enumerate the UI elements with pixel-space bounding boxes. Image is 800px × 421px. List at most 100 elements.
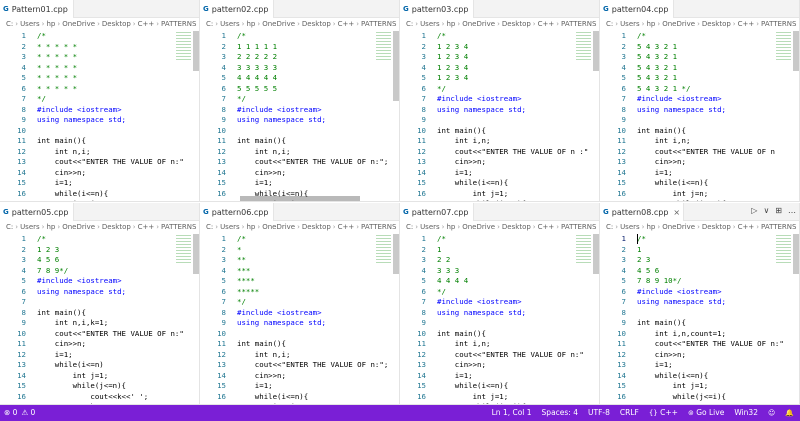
breadcrumb-item[interactable]: C++ bbox=[138, 223, 155, 231]
editor-tab[interactable]: Gpattern06.cpp bbox=[200, 203, 274, 221]
code-editor[interactable]: 1/* 2 1 3 2 243 3 354 4 4 4 6 */7 #include <ios… bbox=[400, 234, 599, 404]
more-actions-icon[interactable]: … bbox=[788, 206, 796, 215]
vertical-scrollbar[interactable] bbox=[393, 31, 399, 101]
vertical-scrollbar[interactable] bbox=[593, 31, 599, 71]
code-editor[interactable]: 1 /* 2 5 4 3 2 1 3 5 4 3 2 1 4 5 4 3 2 1 5 5 4 3 … bbox=[600, 31, 799, 201]
code-editor[interactable]: 1 /* 2 1 2 3 3 4 5 6 4 7 8 9*/ 5 #include <iostre… bbox=[0, 234, 199, 404]
breadcrumb-item[interactable]: C++ bbox=[338, 20, 355, 28]
vertical-scrollbar[interactable] bbox=[793, 31, 799, 71]
breadcrumb-item[interactable]: C++ bbox=[538, 20, 555, 28]
minimap[interactable] bbox=[576, 235, 591, 265]
notifications-icon[interactable]: 🔔 bbox=[785, 405, 794, 421]
editor-tab[interactable]: Gpattern02.cpp bbox=[200, 0, 274, 18]
minimap[interactable] bbox=[776, 235, 791, 265]
breadcrumb-item[interactable]: OneDrive bbox=[662, 20, 695, 28]
vertical-scrollbar[interactable] bbox=[593, 234, 599, 274]
breadcrumb-item[interactable]: PATTERNS bbox=[561, 20, 596, 28]
go-live-button[interactable]: ⊚ Go Live bbox=[688, 405, 724, 421]
breadcrumb-item[interactable]: Desktop bbox=[302, 20, 331, 28]
breadcrumb-item[interactable]: hp bbox=[246, 20, 255, 28]
editor-tab[interactable]: G Pattern01.cpp bbox=[0, 0, 74, 18]
breadcrumb-item[interactable]: OneDrive bbox=[462, 223, 495, 231]
platform[interactable]: Win32 bbox=[734, 405, 758, 421]
minimap[interactable] bbox=[376, 32, 391, 62]
breadcrumb-item[interactable]: C++ bbox=[738, 223, 755, 231]
breadcrumb-item[interactable]: Desktop bbox=[702, 223, 731, 231]
breadcrumb-item[interactable]: Desktop bbox=[302, 223, 331, 231]
warnings-status[interactable]: ⚠ 0 bbox=[21, 405, 35, 421]
breadcrumb-item[interactable]: Desktop bbox=[702, 20, 731, 28]
errors-status[interactable]: ⊗ 0 bbox=[4, 405, 17, 421]
breadcrumb-item[interactable]: Users bbox=[420, 223, 440, 231]
editor-tab[interactable]: Gpattern08.cpp × bbox=[600, 203, 684, 221]
breadcrumb-item[interactable]: hp bbox=[46, 20, 55, 28]
breadcrumb-item[interactable]: Users bbox=[20, 223, 40, 231]
breadcrumb-item[interactable]: PATTERNS bbox=[361, 223, 396, 231]
breadcrumb-item[interactable]: C: bbox=[606, 223, 613, 231]
breadcrumb-item[interactable]: Users bbox=[220, 20, 240, 28]
editor-tab[interactable]: Gpattern07.cpp bbox=[400, 203, 474, 221]
breadcrumb-item[interactable]: C++ bbox=[538, 223, 555, 231]
breadcrumb-item[interactable]: PATTERNS bbox=[561, 223, 596, 231]
breadcrumb-item[interactable]: Users bbox=[220, 223, 240, 231]
breadcrumb-item[interactable]: C: bbox=[206, 223, 213, 231]
run-icon[interactable]: ▷ bbox=[751, 206, 757, 215]
breadcrumb-item[interactable]: PATTERNS bbox=[161, 20, 196, 28]
vertical-scrollbar[interactable] bbox=[193, 31, 199, 71]
editor-tab[interactable]: Gpattern03.cpp bbox=[400, 0, 474, 18]
breadcrumb-item[interactable]: C: bbox=[206, 20, 213, 28]
code-editor[interactable]: 1 /* 2 1 1 1 1 1 3 2 2 2 2 2 4 3 3 3 3 3 5 4 4 4 … bbox=[200, 31, 399, 201]
vertical-scrollbar[interactable] bbox=[393, 234, 399, 274]
breadcrumb-item[interactable]: Desktop bbox=[102, 20, 131, 28]
breadcrumb-item[interactable]: PATTERNS bbox=[361, 20, 396, 28]
breadcrumb-item[interactable]: hp bbox=[646, 20, 655, 28]
breadcrumb-item[interactable]: Desktop bbox=[502, 20, 531, 28]
breadcrumb-item[interactable]: OneDrive bbox=[262, 20, 295, 28]
breadcrumb-item[interactable]: PATTERNS bbox=[761, 223, 796, 231]
breadcrumb-item[interactable]: C++ bbox=[338, 223, 355, 231]
breadcrumb-item[interactable]: C: bbox=[6, 20, 13, 28]
breadcrumb-item[interactable]: C++ bbox=[138, 20, 155, 28]
language-mode[interactable]: {} C++ bbox=[649, 405, 678, 421]
encoding[interactable]: UTF-8 bbox=[588, 405, 610, 421]
breadcrumb-item[interactable]: hp bbox=[446, 20, 455, 28]
code-editor[interactable]: 1 /* 2 1 2 3 4 3 1 2 3 4 4 1 2 3 4 5 1 2 3 4 6 */ 7 #… bbox=[400, 31, 599, 201]
close-icon[interactable]: × bbox=[673, 208, 680, 217]
breadcrumb-item[interactable]: C: bbox=[406, 223, 413, 231]
code-editor[interactable]: 1/* 2 * 3 ** 4 *** 5 **** 6 ***** 7 */8 #include <ios… bbox=[200, 234, 399, 404]
code-editor[interactable]: 1/* 2 1 3 2 344 5 657 8 9 10*/6 #include <ios… bbox=[600, 234, 799, 404]
minimap[interactable] bbox=[176, 235, 191, 265]
breadcrumb-item[interactable]: Users bbox=[620, 223, 640, 231]
breadcrumb-item[interactable]: hp bbox=[446, 223, 455, 231]
cursor-position[interactable]: Ln 1, Col 1 bbox=[492, 405, 532, 421]
breadcrumb-item[interactable]: OneDrive bbox=[262, 223, 295, 231]
editor-tab[interactable]: Gpattern04.cpp bbox=[600, 0, 674, 18]
end-of-line[interactable]: CRLF bbox=[620, 405, 639, 421]
vertical-scrollbar[interactable] bbox=[793, 234, 799, 274]
minimap[interactable] bbox=[176, 32, 191, 62]
horizontal-scrollbar[interactable] bbox=[240, 196, 360, 201]
split-editor-icon[interactable]: ⊞ bbox=[775, 206, 782, 215]
breadcrumb-item[interactable]: Desktop bbox=[102, 223, 131, 231]
minimap[interactable] bbox=[576, 32, 591, 62]
breadcrumb-item[interactable]: PATTERNS bbox=[161, 223, 196, 231]
breadcrumb-item[interactable]: Users bbox=[20, 20, 40, 28]
breadcrumb-item[interactable]: Desktop bbox=[502, 223, 531, 231]
breadcrumb-item[interactable]: C++ bbox=[738, 20, 755, 28]
breadcrumb-item[interactable]: OneDrive bbox=[662, 223, 695, 231]
breadcrumb-item[interactable]: Users bbox=[420, 20, 440, 28]
indentation[interactable]: Spaces: 4 bbox=[542, 405, 578, 421]
vertical-scrollbar[interactable] bbox=[193, 234, 199, 274]
code-editor[interactable]: 1 /* 2 * * * * * 3 * * * * * 4 * * * * * 5 * * * … bbox=[0, 31, 199, 201]
breadcrumb-item[interactable]: OneDrive bbox=[62, 20, 95, 28]
breadcrumb-item[interactable]: OneDrive bbox=[462, 20, 495, 28]
breadcrumb-item[interactable]: C: bbox=[6, 223, 13, 231]
breadcrumb-item[interactable]: C: bbox=[406, 20, 413, 28]
feedback-icon[interactable]: ☺ bbox=[768, 405, 775, 421]
breadcrumb-item[interactable]: PATTERNS bbox=[761, 20, 796, 28]
editor-tab[interactable]: Gpattern05.cpp bbox=[0, 203, 74, 221]
breadcrumb-item[interactable]: OneDrive bbox=[62, 223, 95, 231]
breadcrumb-item[interactable]: hp bbox=[246, 223, 255, 231]
breadcrumb-item[interactable]: Users bbox=[620, 20, 640, 28]
run-dropdown-icon[interactable]: ∨ bbox=[763, 206, 769, 215]
